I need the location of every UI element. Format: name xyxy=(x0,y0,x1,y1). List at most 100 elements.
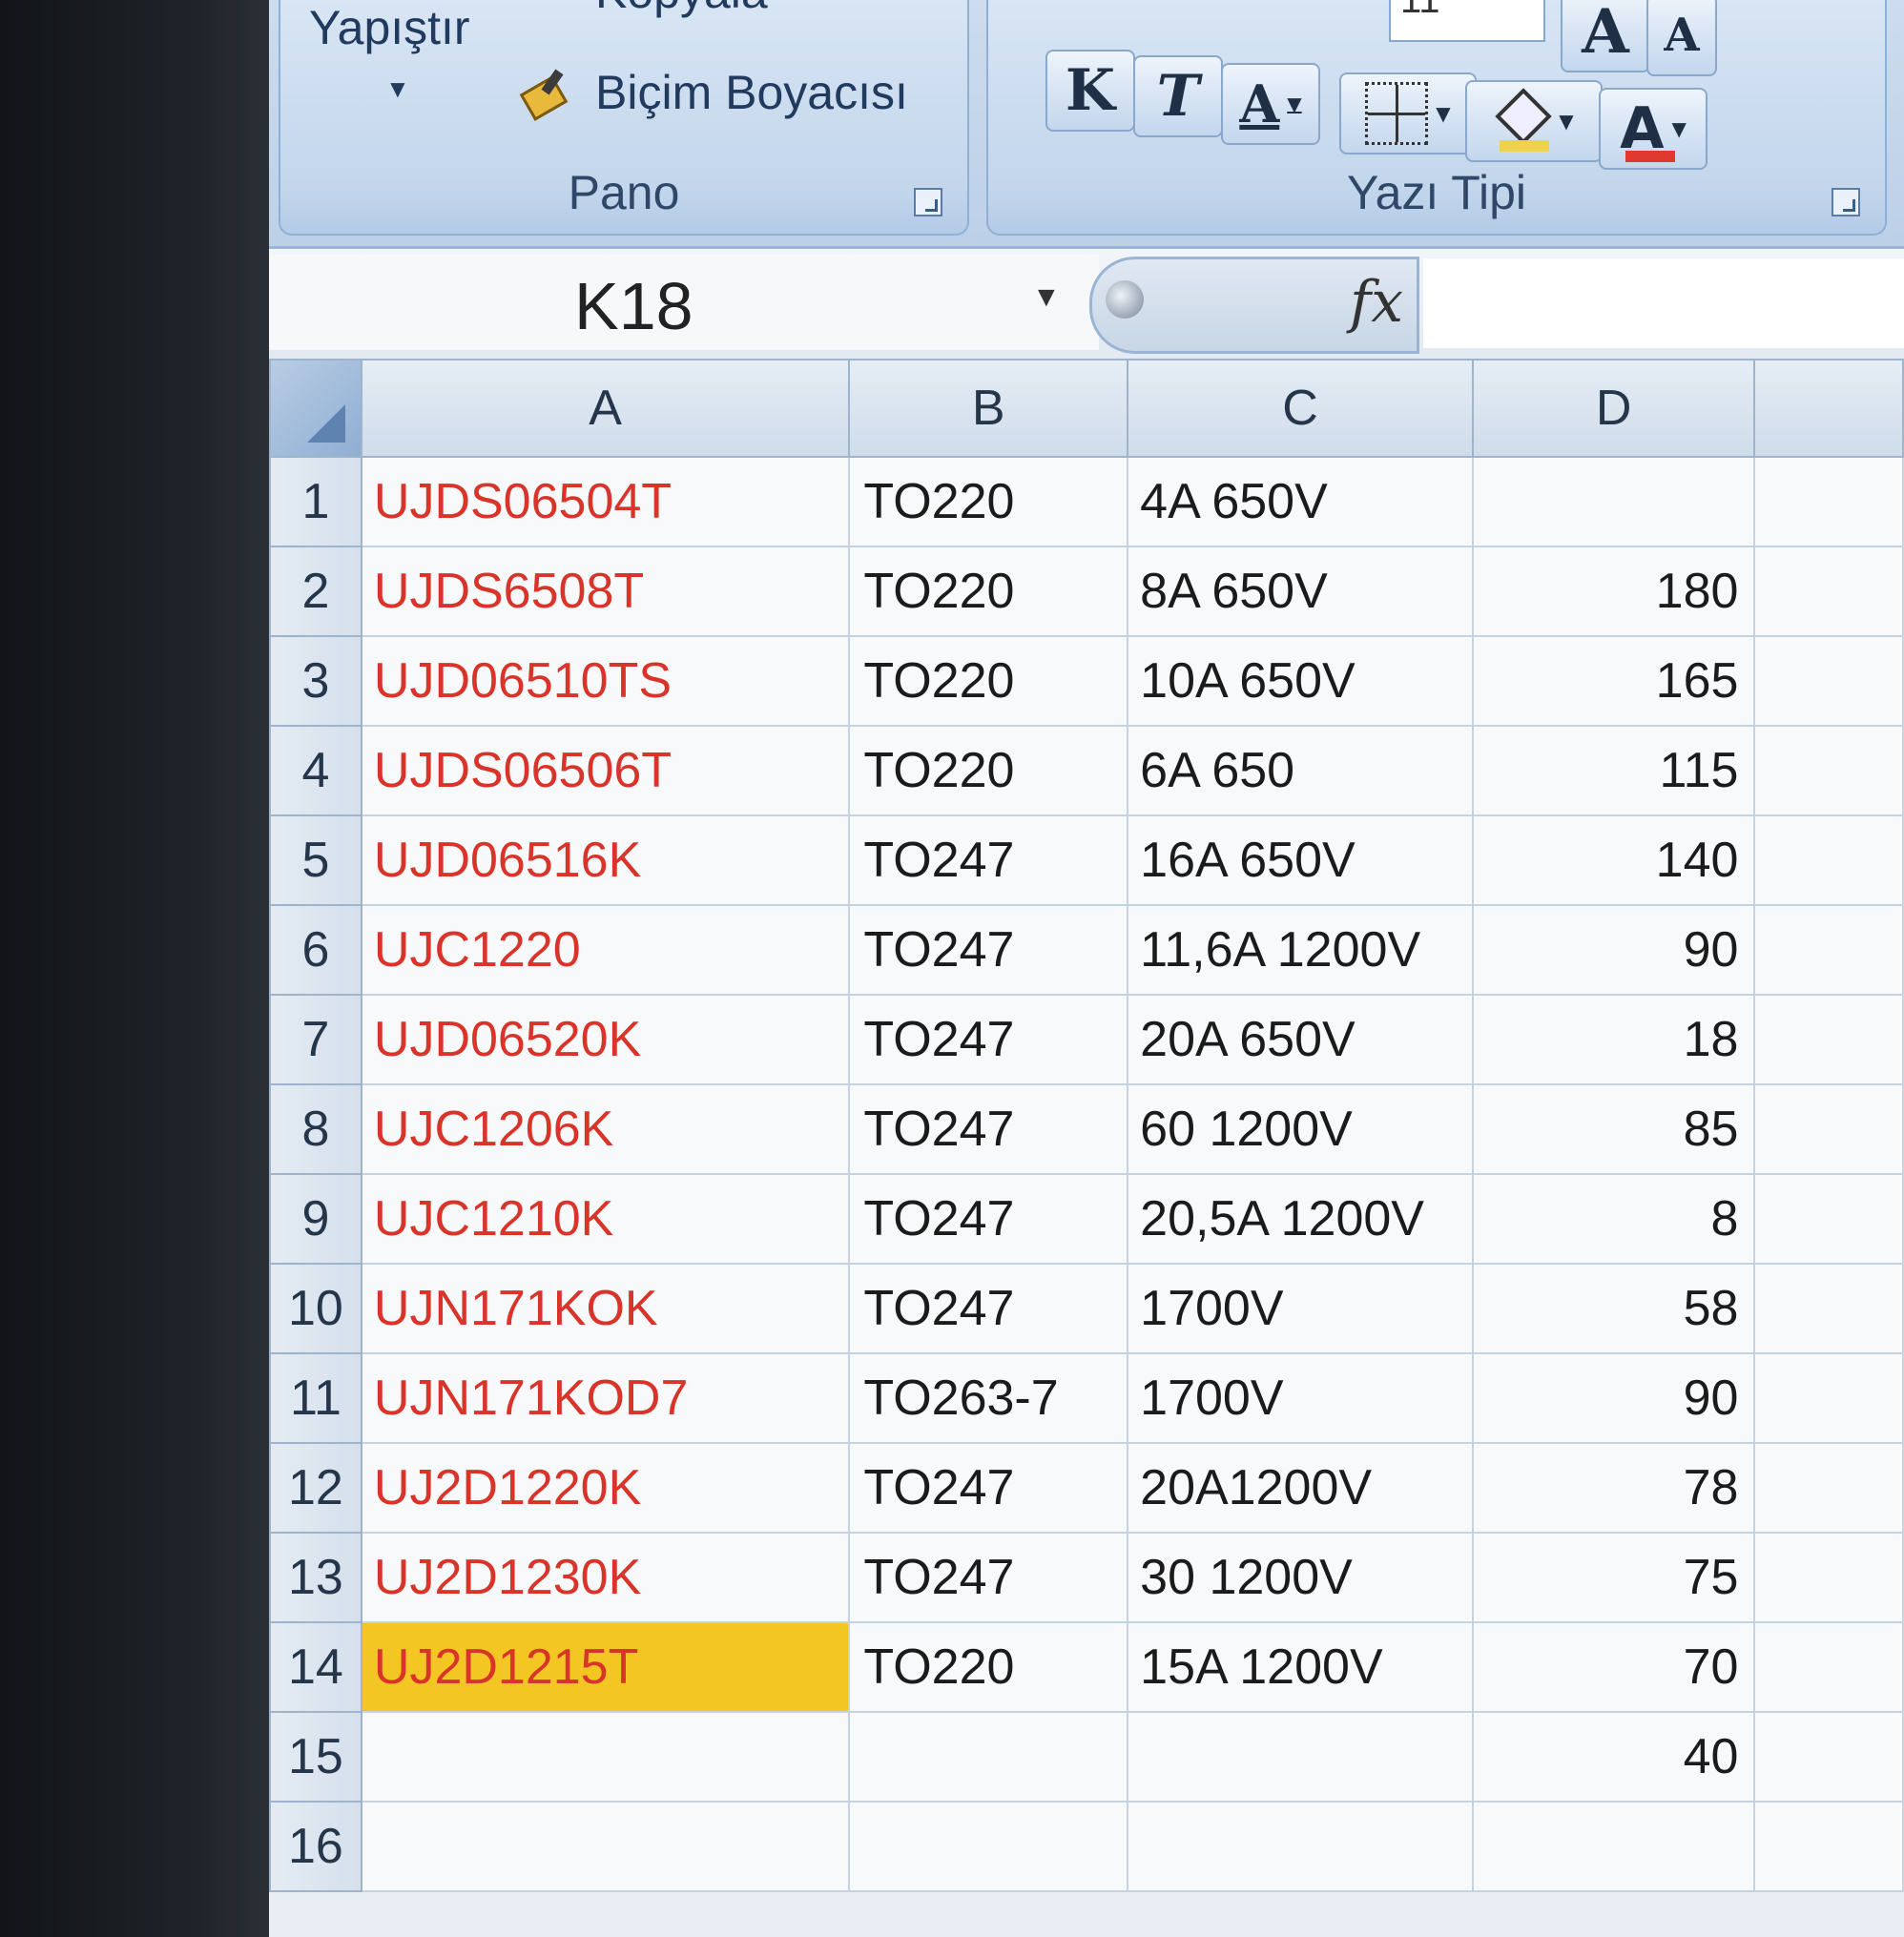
cell-a[interactable]: UJDS6508T xyxy=(360,546,851,637)
formula-bar-resize-handle[interactable] xyxy=(1106,280,1144,319)
paste-dropdown-arrow[interactable]: ▼ xyxy=(385,74,410,104)
cell-d[interactable]: 18 xyxy=(1471,994,1756,1085)
row-header[interactable]: 13 xyxy=(269,1532,362,1623)
cell-e[interactable] xyxy=(1753,904,1904,996)
cell-d[interactable]: 115 xyxy=(1471,725,1756,816)
cell-b[interactable]: TO220 xyxy=(848,725,1129,816)
cell-a[interactable]: UJ2D1230K xyxy=(360,1532,851,1623)
row-header[interactable]: 9 xyxy=(269,1173,362,1265)
cell-d[interactable]: 90 xyxy=(1471,1352,1756,1444)
cell-e[interactable] xyxy=(1753,1173,1904,1265)
fill-color-dropdown-arrow[interactable]: ▼ xyxy=(1559,110,1573,133)
row-header[interactable]: 5 xyxy=(269,814,362,906)
cell-c[interactable]: 11,6A 1200V xyxy=(1127,904,1474,996)
cell-a[interactable] xyxy=(360,1711,851,1803)
cell-e[interactable] xyxy=(1753,1263,1904,1354)
cell-e[interactable] xyxy=(1753,994,1904,1085)
column-header-a[interactable]: A xyxy=(360,359,851,458)
cell-c[interactable]: 60 1200V xyxy=(1127,1083,1474,1175)
cell-d[interactable] xyxy=(1471,456,1756,547)
paste-button[interactable]: Yapıştır xyxy=(309,0,470,55)
cell-b[interactable]: TO247 xyxy=(848,1083,1129,1175)
cell-b[interactable]: TO220 xyxy=(848,1621,1129,1713)
cell-a[interactable]: UJDS06506T xyxy=(360,725,851,816)
cell-e[interactable] xyxy=(1753,635,1904,727)
cell-e[interactable] xyxy=(1753,1621,1904,1713)
font-color-dropdown-arrow[interactable]: ▼ xyxy=(1672,117,1687,140)
cell-d[interactable]: 78 xyxy=(1471,1442,1756,1534)
grow-font-button[interactable]: A xyxy=(1561,0,1650,72)
cell-e[interactable] xyxy=(1753,814,1904,906)
column-header-b[interactable]: B xyxy=(848,359,1129,458)
font-size-select[interactable]: 11 xyxy=(1389,0,1545,42)
cell-b[interactable]: TO220 xyxy=(848,635,1129,727)
cell-e[interactable] xyxy=(1753,1083,1904,1175)
italic-button[interactable]: T xyxy=(1133,55,1223,137)
row-header[interactable]: 11 xyxy=(269,1352,362,1444)
cell-b[interactable] xyxy=(848,1801,1129,1892)
cell-c[interactable]: 1700V xyxy=(1127,1263,1474,1354)
row-header[interactable]: 3 xyxy=(269,635,362,727)
cell-c[interactable]: 30 1200V xyxy=(1127,1532,1474,1623)
cell-c[interactable]: 20A1200V xyxy=(1127,1442,1474,1534)
name-box[interactable]: K18 ▼ xyxy=(269,255,1099,350)
column-header-e[interactable] xyxy=(1753,359,1904,458)
cell-e[interactable] xyxy=(1753,1801,1904,1892)
row-header[interactable]: 4 xyxy=(269,725,362,816)
cell-e[interactable] xyxy=(1753,1352,1904,1444)
cell-a[interactable]: UJN171KOK xyxy=(360,1263,851,1354)
cell-d[interactable]: 90 xyxy=(1471,904,1756,996)
font-color-button[interactable]: A ▼ xyxy=(1599,88,1707,170)
cell-e[interactable] xyxy=(1753,1711,1904,1803)
row-header[interactable]: 8 xyxy=(269,1083,362,1175)
cell-e[interactable] xyxy=(1753,456,1904,547)
cell-c[interactable]: 1700V xyxy=(1127,1352,1474,1444)
column-header-d[interactable]: D xyxy=(1471,359,1756,458)
column-header-c[interactable]: C xyxy=(1127,359,1474,458)
fill-color-button[interactable]: ▼ xyxy=(1465,80,1603,162)
cell-a[interactable]: UJD06516K xyxy=(360,814,851,906)
cell-c[interactable]: 16A 650V xyxy=(1127,814,1474,906)
cell-d[interactable]: 70 xyxy=(1471,1621,1756,1713)
row-header[interactable]: 6 xyxy=(269,904,362,996)
shrink-font-button[interactable]: A xyxy=(1646,0,1717,76)
cell-d[interactable] xyxy=(1471,1801,1756,1892)
cell-a[interactable]: UJC1206K xyxy=(360,1083,851,1175)
row-header[interactable]: 12 xyxy=(269,1442,362,1534)
cell-c[interactable]: 8A 650V xyxy=(1127,546,1474,637)
cell-d[interactable]: 85 xyxy=(1471,1083,1756,1175)
cell-d[interactable]: 180 xyxy=(1471,546,1756,637)
cell-a[interactable]: UJN171KOD7 xyxy=(360,1352,851,1444)
cell-d[interactable]: 8 xyxy=(1471,1173,1756,1265)
row-header[interactable]: 16 xyxy=(269,1801,362,1892)
cell-b[interactable]: TO220 xyxy=(848,546,1129,637)
cell-c[interactable]: 20,5A 1200V xyxy=(1127,1173,1474,1265)
cell-b[interactable]: TO247 xyxy=(848,1442,1129,1534)
cell-c[interactable]: 20A 650V xyxy=(1127,994,1474,1085)
cell-c[interactable] xyxy=(1127,1801,1474,1892)
cell-d[interactable]: 40 xyxy=(1471,1711,1756,1803)
row-header[interactable]: 7 xyxy=(269,994,362,1085)
cell-b[interactable]: TO220 xyxy=(848,456,1129,547)
cell-c[interactable]: 10A 650V xyxy=(1127,635,1474,727)
row-header[interactable]: 1 xyxy=(269,456,362,547)
cell-a[interactable]: UJC1210K xyxy=(360,1173,851,1265)
cell-b[interactable]: TO247 xyxy=(848,1532,1129,1623)
cell-a[interactable]: UJD06520K xyxy=(360,994,851,1085)
cell-a[interactable]: UJC1220 xyxy=(360,904,851,996)
cell-b[interactable]: TO247 xyxy=(848,814,1129,906)
cell-d[interactable]: 140 xyxy=(1471,814,1756,906)
select-all-button[interactable] xyxy=(269,359,362,458)
font-dialog-launcher-icon[interactable] xyxy=(1832,188,1860,216)
cell-a[interactable]: UJ2D1220K xyxy=(360,1442,851,1534)
row-header[interactable]: 10 xyxy=(269,1263,362,1354)
name-box-dropdown-arrow[interactable]: ▼ xyxy=(1032,281,1061,314)
copy-button[interactable]: Kopyala xyxy=(595,0,768,19)
formula-input[interactable] xyxy=(1423,258,1904,348)
cell-c[interactable]: 15A 1200V xyxy=(1127,1621,1474,1713)
insert-function-button[interactable]: fx xyxy=(1350,269,1403,336)
cell-b[interactable]: TO247 xyxy=(848,1263,1129,1354)
cell-c[interactable]: 4A 650V xyxy=(1127,456,1474,547)
cell-e[interactable] xyxy=(1753,1442,1904,1534)
cell-d[interactable]: 75 xyxy=(1471,1532,1756,1623)
